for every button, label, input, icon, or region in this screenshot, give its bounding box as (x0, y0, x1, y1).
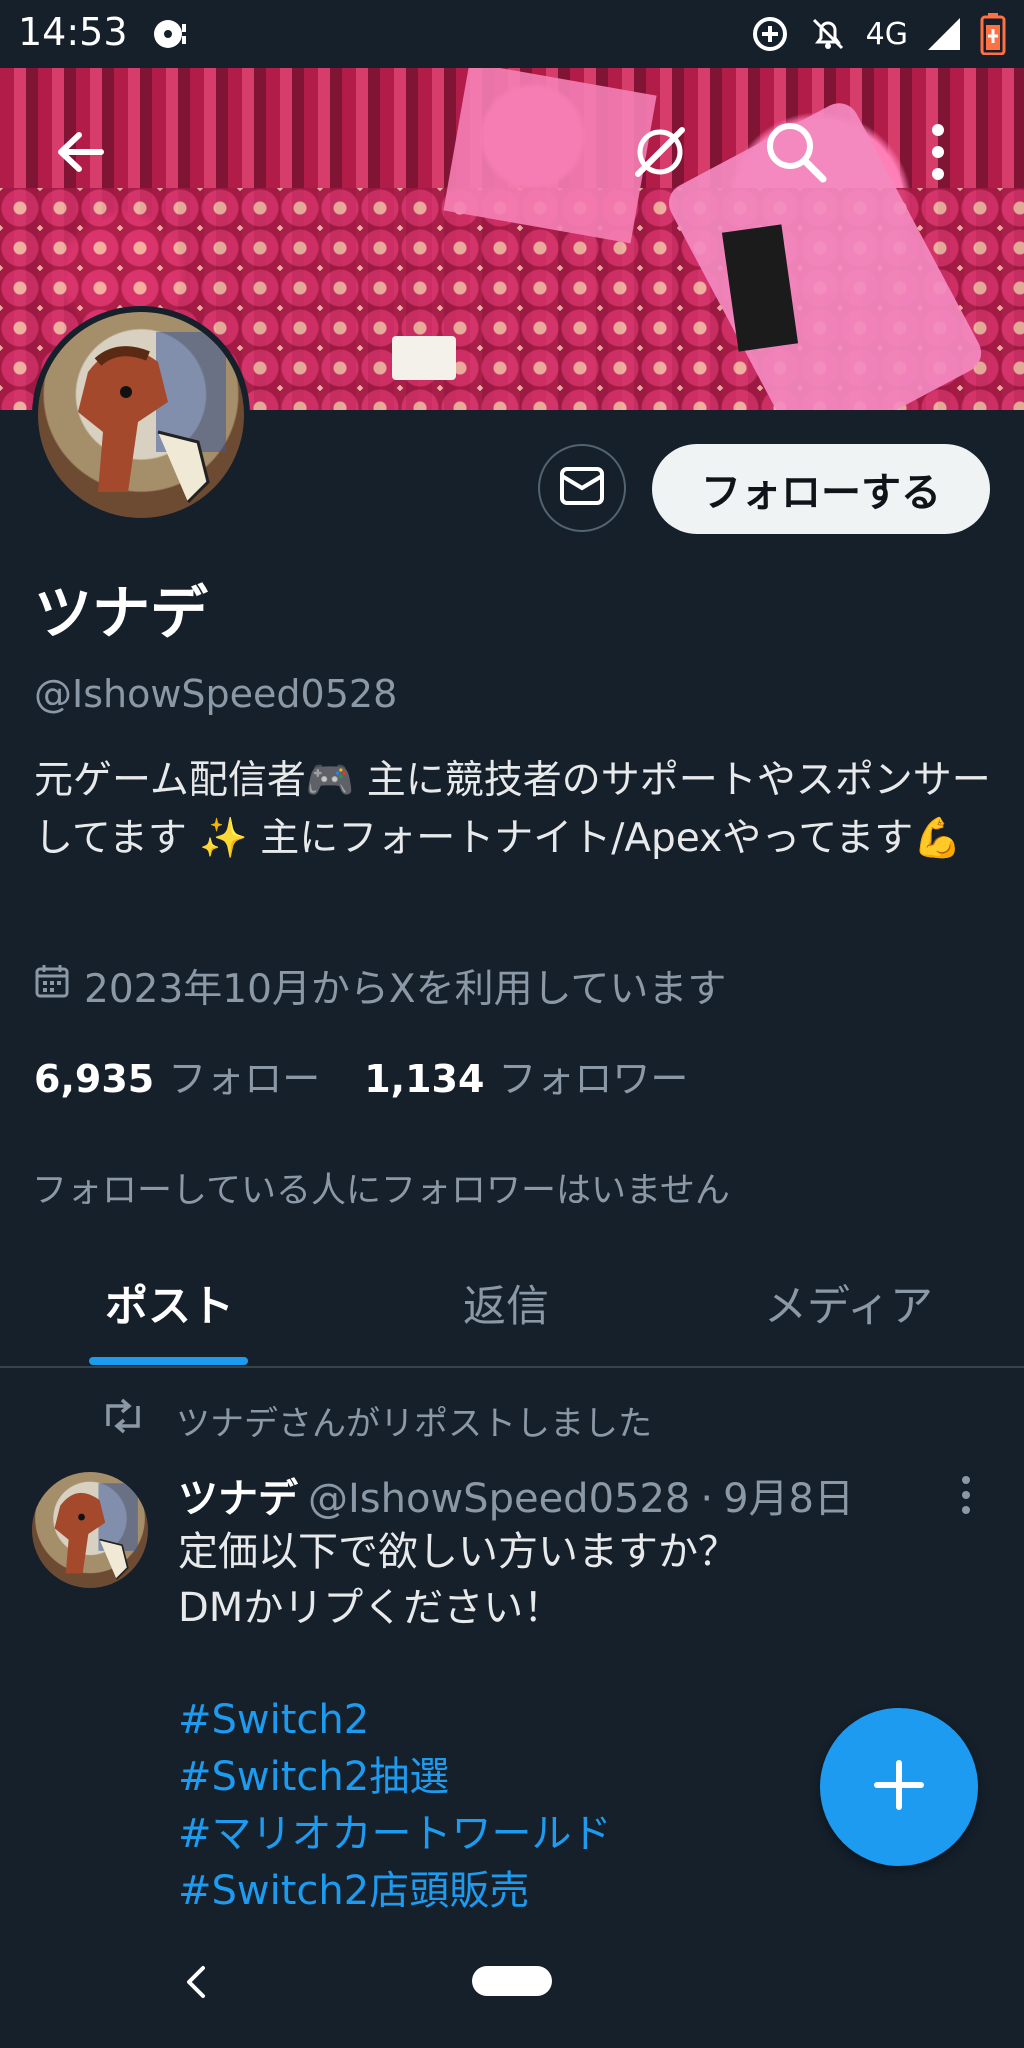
nav-back-button[interactable] (170, 1956, 220, 2012)
chevron-left-icon (183, 1964, 207, 2004)
joined-text: 2023年10月からXを利用しています (84, 967, 727, 1012)
tweet-more-button[interactable] (944, 1472, 988, 1522)
nav-home-pill[interactable] (472, 1966, 552, 1996)
back-button[interactable] (40, 112, 120, 192)
plus-icon (873, 1759, 925, 1815)
tweet-header: ツナデ @IshowSpeed0528 · 9月8日 (178, 1466, 938, 1524)
tweet-text-line: DMかリプください！ (178, 1585, 564, 1631)
status-time: 14:53 (18, 10, 128, 54)
tweet-author-handle[interactable]: @IshowSpeed0528 (308, 1476, 690, 1522)
display-name: ツナデ (34, 579, 209, 647)
mail-icon (559, 466, 605, 510)
repost-indicator[interactable]: ツナデさんがリポストしました (100, 1396, 652, 1445)
calendar-icon (34, 963, 70, 1009)
status-icons: 4G (750, 10, 1006, 58)
hashtag-link[interactable]: #Switch2店頭販売 (178, 1863, 738, 1920)
follow-stats: 6,935 フォロー 1,134 フォロワー (34, 1048, 688, 1103)
signal-icon (926, 16, 962, 52)
more-vert-icon (960, 1475, 972, 1519)
following-label: フォロー (168, 1057, 321, 1101)
grok-button[interactable] (620, 112, 700, 192)
more-options-button[interactable] (898, 112, 978, 192)
tab-posts[interactable]: ポスト (105, 1272, 234, 1334)
search-button[interactable] (756, 112, 836, 192)
profile-avatar[interactable] (32, 306, 250, 524)
tweet-avatar[interactable] (32, 1472, 148, 1588)
followers-you-know: フォローしている人にフォロワーはいません (32, 1171, 730, 1211)
joined-date: 2023年10月からXを利用しています (34, 958, 726, 1014)
mute-icon (808, 14, 848, 54)
no-wifi-icon (628, 120, 692, 184)
compose-button[interactable] (820, 1708, 978, 1866)
network-type: 4G (865, 16, 908, 52)
tab-replies[interactable]: 返信 (463, 1272, 549, 1334)
following-count: 6,935 (34, 1057, 155, 1101)
banner-sign (392, 336, 456, 380)
tab-media[interactable]: メディア (764, 1272, 933, 1334)
back-arrow-icon (51, 123, 109, 181)
profile-tabs: ポスト 返信 メディア (0, 1232, 1024, 1368)
media-icon (150, 14, 190, 54)
hashtag-link[interactable]: #Switch2 (178, 1692, 738, 1749)
followers-label: フォロワー (498, 1057, 689, 1101)
battery-icon (980, 13, 1006, 55)
tweet-author-name[interactable]: ツナデ (178, 1466, 298, 1524)
tweet-separator: · (700, 1476, 714, 1522)
followers-link[interactable]: 1,134 フォロワー (364, 1048, 688, 1103)
repost-label: ツナデさんがリポストしました (176, 1404, 652, 1444)
active-tab-indicator (89, 1357, 248, 1365)
follow-button[interactable]: フォローする (652, 444, 990, 534)
hashtag-link[interactable]: #Switch2抽選 (178, 1749, 738, 1806)
tweet-text-line: 定価以下で欲しい方いますか？ (178, 1529, 738, 1575)
more-vert-icon (928, 124, 948, 180)
tweet-date[interactable]: 9月8日 (723, 1466, 854, 1524)
message-button[interactable] (538, 444, 626, 532)
tweet-body[interactable]: 定価以下で欲しい方いますか？ DMかリプください！ #Switch2 #Swit… (178, 1524, 738, 1920)
repost-icon (100, 1398, 146, 1443)
search-icon (764, 120, 828, 184)
profile-bio: 元ゲーム配信者🎮 主に競技者のサポートやスポンサーしてます ✨ 主にフォートナイ… (34, 758, 991, 861)
status-bar: 14:53 4G (0, 0, 1024, 68)
following-link[interactable]: 6,935 フォロー (34, 1048, 320, 1103)
followers-count: 1,134 (364, 1057, 485, 1101)
hashtag-link[interactable]: #マリオカートワールド (178, 1806, 738, 1863)
data-saver-icon (750, 14, 790, 54)
profile-handle: @IshowSpeed0528 (34, 672, 398, 716)
